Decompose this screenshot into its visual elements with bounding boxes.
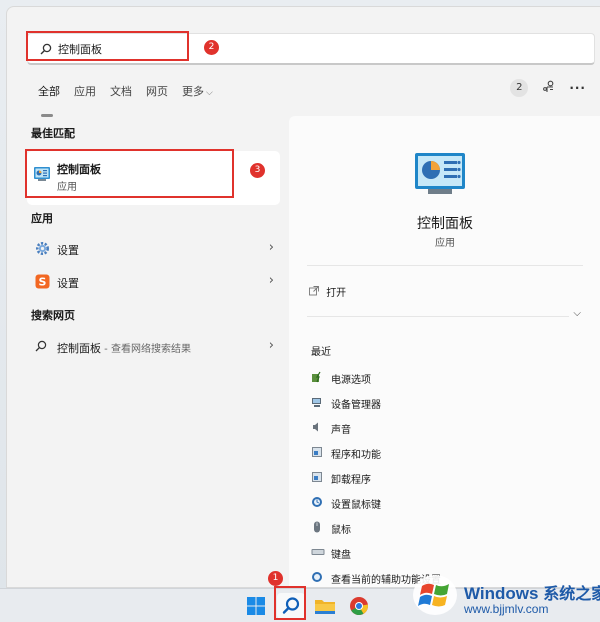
callout-badge-1: 1: [268, 571, 283, 586]
site-watermark: Windows 系统之家 www.bjjmlv.com: [404, 566, 600, 622]
keyboard-icon: [311, 546, 325, 561]
chevron-down-icon[interactable]: ⌵: [573, 308, 581, 319]
divider: [307, 316, 569, 317]
chrome-icon: [345, 597, 373, 622]
search-icon: [40, 43, 52, 58]
web-search-heading: 搜索网页: [31, 309, 75, 322]
search-box[interactable]: [27, 33, 595, 65]
detail-type: 应用: [435, 238, 455, 249]
app-result-settings-sogou[interactable]: S 设置 ›: [27, 268, 280, 296]
windows-start-icon: [242, 597, 270, 622]
filter-tabs: 全部 应用 文档 网页 更多 ⌵: [31, 81, 220, 117]
ease-of-access-icon: [311, 496, 323, 511]
file-explorer-icon: [311, 600, 339, 622]
tab-more[interactable]: 更多 ⌵: [175, 81, 220, 109]
best-match-result[interactable]: 控制面板 应用: [27, 151, 280, 205]
tab-web[interactable]: 网页: [139, 81, 175, 109]
chrome-button[interactable]: [345, 593, 373, 619]
programs-icon: [311, 446, 323, 461]
mouse-icon: [311, 521, 323, 536]
app-result-settings[interactable]: 设置 ›: [27, 235, 280, 263]
best-match-type: 应用: [57, 182, 77, 193]
chevron-right-icon: ›: [268, 273, 274, 288]
control-panel-icon: [414, 152, 466, 199]
accessibility-icon: [311, 571, 323, 586]
chevron-down-icon: ⌵: [206, 88, 213, 98]
start-button[interactable]: [242, 593, 270, 619]
callout-badge-3: 3: [250, 163, 265, 178]
divider: [307, 265, 583, 266]
web-search-label: 控制面板 - 查看网络搜索结果: [57, 342, 191, 355]
watermark-brand: Windows 系统之家: [464, 584, 600, 603]
search-icon: [35, 339, 47, 355]
watermark-url: www.bjjmlv.com: [464, 602, 549, 616]
detail-title: 控制面板: [417, 216, 473, 232]
app-result-label: 设置: [57, 244, 79, 257]
file-explorer-button[interactable]: [311, 593, 339, 619]
speaker-icon: [311, 421, 323, 436]
svg-text:S: S: [39, 276, 47, 289]
chevron-right-icon: ›: [268, 338, 274, 353]
control-panel-icon: [33, 165, 51, 186]
best-match-name: 控制面板: [57, 163, 101, 176]
tab-documents[interactable]: 文档: [103, 81, 139, 109]
windows-flag-logo-icon: [412, 574, 458, 619]
tab-apps[interactable]: 应用: [67, 81, 103, 109]
callout-badge-2: 2: [204, 40, 219, 55]
open-action[interactable]: 打开: [309, 284, 346, 299]
rewards-count-badge[interactable]: 2: [510, 79, 529, 97]
search-icon: [277, 597, 305, 622]
best-match-heading: 最佳匹配: [31, 127, 75, 140]
detail-pane: 控制面板 应用 打开 ⌵ 最近 电源选项 设备管理器 声音 程序和功能 卸载程序…: [289, 116, 600, 587]
gear-icon: [35, 241, 50, 259]
uninstall-icon: [311, 471, 323, 486]
tab-bar-tools: 2 ···: [510, 79, 586, 97]
more-options-icon[interactable]: ···: [569, 81, 586, 95]
start-search-panel: 2 全部 应用 文档 网页 更多⌵ 2 ··· 最佳匹配: [6, 6, 600, 588]
taskbar-search-button[interactable]: [277, 593, 305, 619]
open-external-icon: [309, 286, 323, 299]
chevron-right-icon: ›: [268, 240, 274, 255]
account-switch-icon[interactable]: [542, 80, 555, 96]
web-search-result[interactable]: 控制面板 - 查看网络搜索结果 ›: [27, 333, 280, 361]
apps-heading: 应用: [31, 212, 53, 225]
app-result-label: 设置: [57, 277, 79, 290]
tab-all[interactable]: 全部: [31, 81, 67, 117]
sogou-s-icon: S: [35, 274, 50, 292]
recent-heading: 最近: [311, 347, 331, 358]
power-options-icon: [311, 371, 323, 386]
device-manager-icon: [311, 396, 323, 411]
